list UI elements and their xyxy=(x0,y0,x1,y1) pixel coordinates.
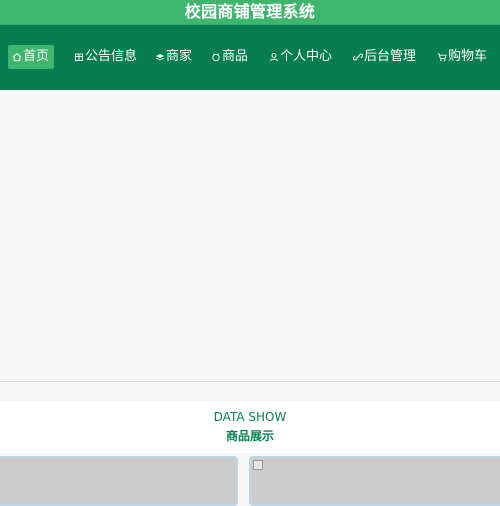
site-title: 校园商铺管理系统 xyxy=(184,2,316,21)
nav-item-cart[interactable]: 购物车 xyxy=(437,45,487,69)
nav-item-notice[interactable]: 公告信息 xyxy=(74,45,137,69)
nav-item-profile[interactable]: 个人中心 xyxy=(269,45,332,69)
product-card[interactable] xyxy=(0,456,238,506)
layers-icon xyxy=(155,52,165,62)
section-title: DATA SHOW xyxy=(213,410,287,424)
home-icon xyxy=(12,52,22,62)
nav-item-label: 后台管理 xyxy=(364,49,417,64)
broken-image-icon xyxy=(253,460,263,470)
nav-item-label: 购物车 xyxy=(448,49,488,64)
banner-area xyxy=(0,90,500,382)
nav-item-label: 个人中心 xyxy=(280,49,333,64)
nav-item-label: 首页 xyxy=(23,49,50,64)
main-nav: 首页 公告信息 商家 商品 个人中心 后台管理 购物车 xyxy=(0,24,500,90)
nav-item-home[interactable]: 首页 xyxy=(8,45,55,69)
goods-icon xyxy=(211,52,221,62)
section-subtitle: 商品展示 xyxy=(225,429,274,443)
nav-item-label: 商家 xyxy=(166,49,193,64)
top-header: 校园商铺管理系统 xyxy=(0,0,500,24)
nav-item-admin[interactable]: 后台管理 xyxy=(353,45,416,69)
notice-icon xyxy=(74,52,84,62)
nav-item-label: 商品 xyxy=(222,49,249,64)
link-icon xyxy=(353,52,363,62)
nav-item-label: 公告信息 xyxy=(85,49,138,64)
cart-icon xyxy=(437,52,447,62)
nav-item-merchant[interactable]: 商家 xyxy=(155,45,192,69)
user-icon xyxy=(269,52,279,62)
data-show-section: DATA SHOW 商品展示 xyxy=(0,401,500,453)
product-card[interactable] xyxy=(249,456,500,506)
nav-item-goods[interactable]: 商品 xyxy=(211,45,248,69)
